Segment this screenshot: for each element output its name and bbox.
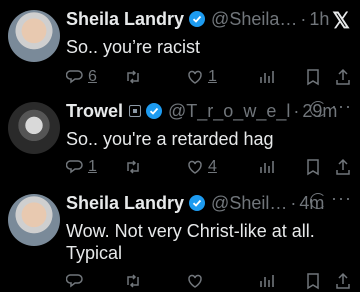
share-icon bbox=[336, 272, 350, 289]
separator-dot: · bbox=[290, 192, 297, 213]
views-icon bbox=[260, 275, 274, 287]
action-bar: 1 4 bbox=[66, 156, 354, 178]
share-button[interactable] bbox=[334, 156, 352, 178]
avatar[interactable] bbox=[8, 10, 60, 62]
separator-dot: · bbox=[300, 8, 307, 29]
retweet-button[interactable] bbox=[124, 156, 142, 178]
verified-badge-icon bbox=[189, 195, 206, 211]
grok-icon[interactable] bbox=[310, 193, 326, 209]
share-icon bbox=[336, 158, 350, 175]
x-logo-icon: 𝕏 bbox=[332, 8, 350, 33]
more-options-icon[interactable]: ··· bbox=[331, 96, 352, 117]
like-button[interactable]: 1 bbox=[186, 66, 217, 88]
like-count: 1 bbox=[208, 68, 217, 85]
like-button[interactable] bbox=[186, 270, 204, 292]
retweet-icon bbox=[127, 274, 139, 288]
retweet-icon bbox=[127, 160, 139, 174]
retweet-icon bbox=[127, 70, 139, 84]
like-icon bbox=[188, 274, 202, 288]
reply-count: 1 bbox=[88, 158, 97, 175]
tweet-text: Wow. Not very Christ-like at all. Typica… bbox=[66, 221, 315, 263]
bookmark-icon bbox=[307, 69, 319, 86]
reply-icon bbox=[66, 70, 83, 84]
more-options-icon[interactable]: ··· bbox=[331, 188, 352, 209]
verified-badge-icon bbox=[189, 11, 206, 27]
author-handle[interactable]: @Sheila… bbox=[211, 9, 297, 30]
timestamp[interactable]: 1h bbox=[309, 9, 329, 30]
bookmark-button[interactable] bbox=[304, 156, 322, 178]
action-bar bbox=[66, 270, 354, 292]
like-icon bbox=[188, 160, 202, 174]
author-name[interactable]: Sheila Landry bbox=[66, 9, 184, 30]
retweet-button[interactable] bbox=[124, 66, 142, 88]
retweet-button[interactable] bbox=[124, 270, 142, 292]
reply-button[interactable]: 1 bbox=[66, 156, 97, 178]
bookmark-icon bbox=[307, 273, 319, 290]
author-name[interactable]: Trowel bbox=[66, 101, 123, 122]
reply-icon bbox=[66, 274, 83, 288]
like-button[interactable]: 4 bbox=[186, 156, 217, 178]
bookmark-button[interactable] bbox=[304, 66, 322, 88]
reply-count: 6 bbox=[88, 68, 97, 85]
like-icon bbox=[188, 70, 202, 84]
action-bar: 6 1 bbox=[66, 66, 354, 88]
tweet-text: So.. you're a retarded hag bbox=[66, 129, 274, 149]
views-button[interactable] bbox=[258, 156, 276, 178]
share-button[interactable] bbox=[334, 270, 352, 292]
author-handle[interactable]: @Sheil… bbox=[211, 193, 287, 214]
tweet-header: Sheila Landry @Sheila… · 1h bbox=[66, 6, 360, 32]
avatar[interactable] bbox=[8, 194, 60, 246]
views-icon bbox=[260, 71, 274, 83]
share-button[interactable] bbox=[334, 66, 352, 88]
affiliation-icon bbox=[129, 105, 142, 117]
like-count: 4 bbox=[208, 158, 217, 175]
bookmark-icon bbox=[307, 159, 319, 176]
views-icon bbox=[260, 161, 274, 173]
tweet-text: So.. you’re racist bbox=[66, 37, 201, 57]
author-name[interactable]: Sheila Landry bbox=[66, 193, 184, 214]
share-icon bbox=[336, 68, 350, 85]
reply-button[interactable]: 6 bbox=[66, 66, 97, 88]
bookmark-button[interactable] bbox=[304, 270, 322, 292]
verified-badge-icon bbox=[146, 103, 163, 119]
reply-button[interactable] bbox=[66, 270, 84, 292]
author-handle[interactable]: @T_r_o_w_e_l bbox=[168, 101, 290, 122]
reply-icon bbox=[66, 160, 83, 174]
separator-dot: · bbox=[293, 100, 300, 121]
views-button[interactable] bbox=[258, 66, 276, 88]
views-button[interactable] bbox=[258, 270, 276, 292]
avatar[interactable] bbox=[8, 102, 60, 154]
grok-icon[interactable] bbox=[310, 101, 326, 117]
